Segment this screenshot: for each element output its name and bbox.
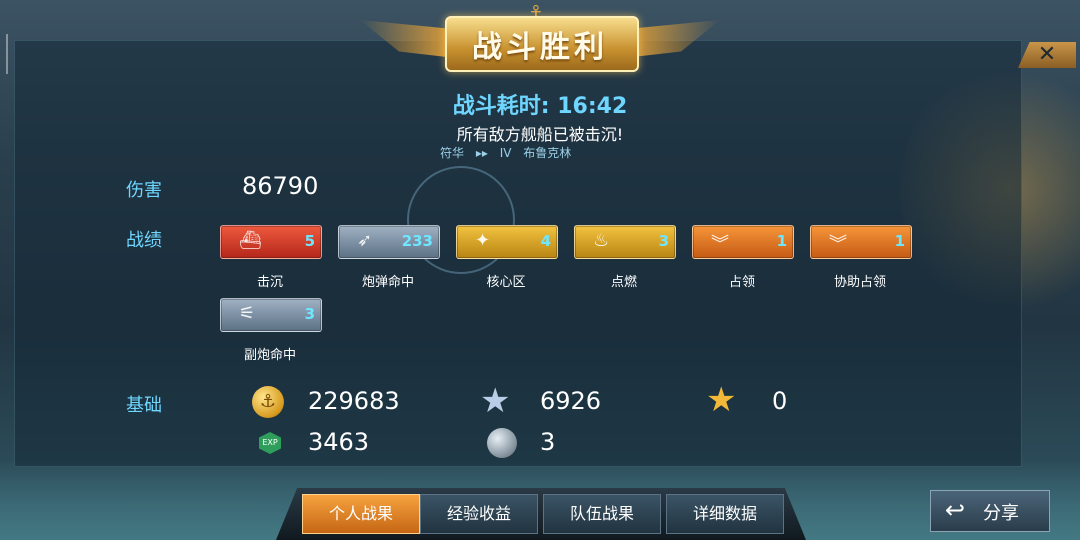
medal-count: 1: [894, 232, 905, 250]
free-exp-star-icon: ★: [480, 381, 511, 421]
medal-caption: 核心区: [486, 275, 526, 290]
medal-caption: 副炮命中: [243, 348, 296, 363]
duration-label: 战斗耗时:: [452, 94, 550, 119]
commander-exp-value: 0: [772, 387, 788, 415]
orb-value: 3: [540, 428, 556, 456]
share-arrow-icon: ↩: [945, 496, 966, 524]
commander-exp-icon: ★: [706, 380, 737, 420]
page-title: 战斗胜利: [472, 30, 608, 65]
scroll-indicator: [6, 34, 8, 74]
close-icon: ✕: [1037, 42, 1057, 67]
medal-count: 5: [304, 232, 315, 250]
medal-count: 3: [658, 232, 669, 250]
exp-value: 3463: [308, 428, 370, 456]
ship-class-icon: ▸▸: [475, 146, 488, 160]
capture-icon: ︾: [711, 234, 729, 255]
medal-caption: 占领: [728, 275, 755, 290]
damage-value: 86790: [242, 172, 319, 200]
shell-hit-icon: ➶: [357, 230, 373, 251]
medal-count: 3: [304, 305, 315, 323]
credits-value: 229683: [308, 387, 400, 415]
medal-sink[interactable]: ⛴ 5: [220, 225, 322, 259]
medal-caption: 炮弹命中: [361, 275, 414, 290]
tab-personal-results[interactable]: 个人战果: [302, 494, 420, 534]
medal-caption: 点燃: [610, 275, 637, 290]
medal-secondary-hit[interactable]: ⚟ 3: [220, 298, 322, 332]
share-button[interactable]: ↩ 分享: [930, 490, 1050, 532]
medal-count: 233: [401, 232, 433, 250]
medal-caption: 协助占领: [833, 275, 886, 290]
medal-shell-hit[interactable]: ➶ 233: [338, 225, 440, 259]
medal-fire[interactable]: ♨ 3: [574, 225, 676, 259]
medal-citadel[interactable]: ✦ 4: [456, 225, 558, 259]
base-label: 基础: [126, 395, 162, 416]
orb-icon: [487, 428, 517, 458]
medal-count: 1: [776, 232, 787, 250]
share-label: 分享: [983, 503, 1019, 524]
free-exp-value: 6926: [540, 387, 602, 415]
credits-coin-icon: ⚓: [252, 386, 284, 418]
achievements-label: 战绩: [126, 230, 162, 251]
tab-detailed-data[interactable]: 详细数据: [666, 494, 784, 534]
close-button[interactable]: ✕: [1018, 42, 1076, 68]
assist-capture-icon: ︾: [829, 234, 847, 255]
duration-value: 16:42: [557, 94, 628, 119]
medal-caption: 击沉: [256, 275, 283, 290]
fire-icon: ♨: [593, 230, 610, 251]
ship-info: 符华 ▸▸ IV 布鲁克林: [440, 144, 640, 161]
medal-capture[interactable]: ︾ 1: [692, 225, 794, 259]
secondary-gun-icon: ⚟: [239, 303, 256, 324]
sinking-ship-icon: ⛴: [239, 230, 262, 251]
battle-duration: 战斗耗时: 16:42: [0, 88, 1080, 120]
battle-result-text: 所有敌方舰船已被击沉!: [456, 125, 624, 144]
medal-count: 4: [540, 232, 551, 250]
ship-name: 布鲁克林: [523, 146, 572, 160]
player-name: 符华: [440, 146, 465, 160]
medal-assist-capture[interactable]: ︾ 1: [810, 225, 912, 259]
ship-tier: IV: [499, 146, 512, 160]
tab-team-results[interactable]: 队伍战果: [543, 494, 661, 534]
damage-label: 伤害: [126, 180, 162, 201]
citadel-icon: ✦: [475, 230, 491, 251]
victory-emblem: ⚓ 战斗胜利: [360, 2, 720, 84]
tab-exp-gain[interactable]: 经验收益: [420, 494, 538, 534]
